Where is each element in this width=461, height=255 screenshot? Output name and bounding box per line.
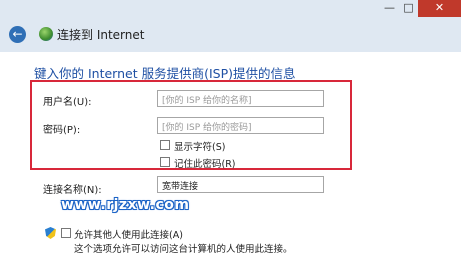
remember-password-label: 记住此密码(R) xyxy=(174,159,236,170)
password-input[interactable]: [你的 ISP 给你的密码] xyxy=(157,117,324,134)
title-bar: — □ ✕ ← 连接到 Internet xyxy=(0,0,461,52)
allow-others-description: 这个选项允许可以访问这台计算机的人使用此连接。 xyxy=(74,244,293,255)
remember-password-checkbox[interactable] xyxy=(160,157,170,167)
show-characters-checkbox[interactable] xyxy=(160,140,170,150)
watermark-text: www.rjzxw.com xyxy=(61,197,190,213)
window-title: 连接到 Internet xyxy=(57,28,145,42)
password-label: 密码(P): xyxy=(43,125,81,136)
username-input[interactable]: [你的 ISP 给你的名称] xyxy=(157,90,324,107)
username-label: 用户名(U): xyxy=(43,97,92,108)
allow-others-checkbox[interactable] xyxy=(61,228,71,238)
connection-name-input[interactable]: 宽带连接 xyxy=(157,176,324,193)
maximize-icon[interactable]: □ xyxy=(399,0,418,17)
close-icon[interactable]: ✕ xyxy=(418,0,461,17)
show-characters-label: 显示字符(S) xyxy=(174,142,226,153)
network-globe-icon xyxy=(39,27,53,41)
back-arrow-icon[interactable]: ← xyxy=(9,26,26,43)
minimize-icon[interactable]: — xyxy=(380,0,399,17)
connection-name-label: 连接名称(N): xyxy=(43,185,102,196)
allow-others-label: 允许其他人使用此连接(A) xyxy=(74,230,183,241)
uac-shield-icon xyxy=(45,227,56,239)
